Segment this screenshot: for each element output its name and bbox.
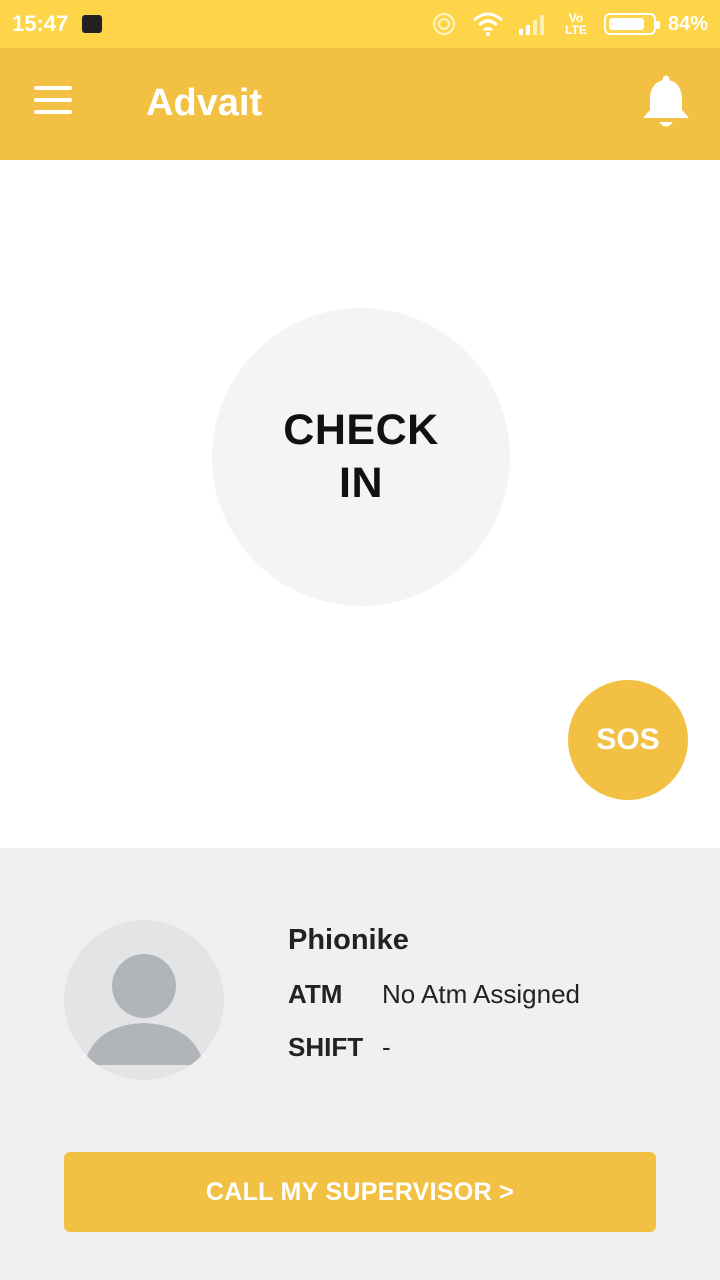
wifi-icon [472, 8, 504, 40]
status-time: 15:47 [12, 11, 69, 36]
battery-fill [608, 18, 644, 30]
atm-value: No Atm Assigned [382, 979, 580, 1009]
hotspot-icon [428, 8, 460, 40]
call-supervisor-label: CALL MY SUPERVISOR > [205, 1177, 515, 1206]
user-name: Phionike [288, 924, 409, 956]
signal-icon [516, 8, 548, 40]
check-in-line1: CHECK [283, 406, 439, 454]
battery-percent: 84% [667, 12, 708, 35]
hamburger-icon[interactable] [34, 86, 78, 122]
status-right: Vo LTE 84% [428, 8, 708, 40]
atm-label: ATM [288, 979, 343, 1009]
shift-row: SHIFT - [288, 1032, 580, 1063]
app-bar: Advait [0, 48, 720, 160]
atm-row: ATM No Atm Assigned [288, 979, 580, 1010]
app-title: Advait [146, 82, 263, 124]
status-left: 15:47 [12, 11, 103, 37]
check-in-button[interactable]: CHECK IN [212, 308, 510, 606]
call-supervisor-button[interactable]: CALL MY SUPERVISOR > [64, 1152, 656, 1232]
person-icon [84, 954, 204, 1065]
notification-app-icon [82, 15, 103, 33]
shift-label: SHIFT [288, 1032, 364, 1062]
status-bar: 15:47 Vo LTE 84% [0, 0, 720, 48]
check-in-line2: IN [339, 459, 383, 507]
sos-label: SOS [596, 723, 660, 756]
sos-button[interactable]: SOS [568, 680, 688, 800]
volte-icon: Vo LTE [565, 11, 587, 37]
profile-panel: Phionike ATM No Atm Assigned SHIFT - CAL… [0, 848, 720, 1280]
shift-value: - [382, 1032, 391, 1062]
avatar [64, 920, 224, 1080]
battery-icon [603, 13, 660, 35]
profile-info: Phionike ATM No Atm Assigned SHIFT - [288, 924, 580, 1063]
bell-icon[interactable] [638, 74, 694, 134]
